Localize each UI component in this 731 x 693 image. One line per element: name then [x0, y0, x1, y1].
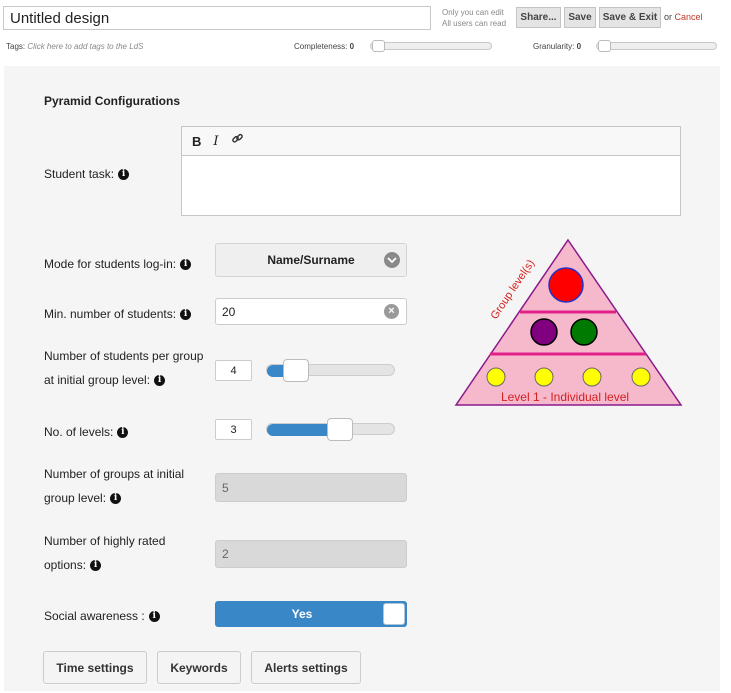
individual-node: [534, 367, 554, 387]
tags-input[interactable]: Click here to add tags to the LdS: [27, 42, 143, 51]
group-node: [570, 318, 598, 346]
levels-label: No. of levels:: [44, 425, 114, 439]
tags-label: Tags:: [6, 42, 26, 51]
pyramid-diagram: Group level(s) Level 1 - Individual leve…: [454, 238, 683, 406]
info-icon[interactable]: i: [110, 493, 122, 505]
completeness-label: Completeness:: [294, 42, 348, 51]
granularity-value: 0: [576, 42, 582, 51]
editor-toolbar: B I: [182, 127, 680, 156]
design-title-input[interactable]: [3, 6, 431, 30]
min-students-label: Min. number of students:: [44, 307, 177, 321]
min-students-value: 20: [222, 304, 236, 319]
toggle-knob[interactable]: [383, 603, 405, 625]
completeness-value: 0: [349, 42, 355, 51]
granularity-row: Granularity: 0: [533, 42, 581, 51]
permissions-read: All users can read: [442, 19, 507, 28]
individual-node: [631, 367, 651, 387]
tags-row: Tags: Click here to add tags to the LdS: [6, 42, 143, 51]
groups-label-2: group level:: [44, 491, 107, 505]
students-per-group-label-1: Number of students per group: [44, 349, 204, 363]
individual-level-label: Level 1 - Individual level: [501, 390, 629, 404]
highly-rated-label-2: options:: [44, 558, 87, 572]
mode-label-row: Mode for students log-in: i: [44, 252, 192, 276]
min-students-label-row: Min. number of students: i: [44, 302, 192, 326]
individual-node: [582, 367, 602, 387]
mode-select-value: Name/Surname: [267, 253, 355, 267]
group-node: [530, 318, 558, 346]
groups-label-1: Number of groups at initial: [44, 467, 185, 481]
info-icon[interactable]: i: [148, 611, 160, 623]
granularity-handle[interactable]: [598, 40, 611, 52]
social-label: Social awareness :: [44, 609, 145, 623]
highly-rated-label-block: Number of highly rated options: i: [44, 529, 165, 577]
info-icon[interactable]: i: [118, 169, 130, 181]
levels-slider-fill: [267, 424, 332, 436]
highly-rated-label-1: Number of highly rated: [44, 534, 166, 548]
social-awareness-value: Yes: [291, 607, 313, 621]
info-icon[interactable]: i: [90, 560, 102, 572]
bold-icon[interactable]: B: [192, 134, 201, 149]
info-icon[interactable]: i: [117, 427, 129, 439]
highly-rated-readonly-field: 2: [215, 540, 407, 568]
link-icon[interactable]: [231, 132, 244, 150]
students-per-group-label-block: Number of students per group at initial …: [44, 344, 203, 392]
levels-label-row: No. of levels: i: [44, 420, 129, 444]
social-awareness-toggle[interactable]: Yes: [215, 601, 407, 627]
granularity-slider[interactable]: [596, 42, 717, 50]
permissions-edit: Only you can edit: [442, 8, 504, 17]
social-label-row: Social awareness :i: [44, 604, 160, 628]
or-text: or: [664, 12, 673, 22]
student-task-editor[interactable]: B I: [181, 126, 681, 216]
mode-select[interactable]: Name/Surname: [215, 243, 407, 277]
time-settings-button[interactable]: Time settings: [43, 651, 147, 684]
info-icon[interactable]: i: [180, 259, 192, 271]
info-icon[interactable]: i: [154, 375, 166, 387]
granularity-label: Granularity:: [533, 42, 575, 51]
completeness-handle[interactable]: [372, 40, 385, 52]
alerts-settings-button[interactable]: Alerts settings: [251, 651, 361, 684]
clear-icon[interactable]: ×: [384, 304, 399, 319]
levels-input[interactable]: 3: [215, 419, 252, 440]
students-per-group-input[interactable]: 4: [215, 360, 252, 381]
min-students-input[interactable]: 20 ×: [215, 298, 407, 325]
share-button[interactable]: Share...: [516, 7, 561, 28]
panel-heading: Pyramid Configurations: [44, 94, 181, 108]
header-or-cancel: or Cancel: [664, 12, 703, 22]
mode-label: Mode for students log-in:: [44, 257, 177, 271]
info-icon[interactable]: i: [180, 309, 192, 321]
save-exit-button[interactable]: Save & Exit: [599, 7, 661, 28]
student-task-label: Student task:: [44, 167, 115, 181]
groups-readonly-field: 5: [215, 473, 407, 502]
permissions-info: Only you can edit All users can read: [442, 7, 506, 29]
students-per-group-slider-handle[interactable]: [282, 359, 309, 382]
keywords-button[interactable]: Keywords: [157, 651, 241, 684]
levels-slider-handle[interactable]: [326, 418, 353, 441]
student-task-label-row: Student task: i: [44, 162, 130, 186]
completeness-row: Completeness: 0: [294, 42, 354, 51]
individual-node: [486, 367, 506, 387]
italic-icon[interactable]: I: [213, 134, 218, 149]
students-per-group-label-2: at initial group level:: [44, 373, 151, 387]
groups-label-block: Number of groups at initial group level:…: [44, 462, 184, 510]
chevron-down-icon: [384, 252, 400, 268]
cancel-link[interactable]: Cancel: [675, 12, 703, 22]
save-button[interactable]: Save: [564, 7, 596, 28]
top-level-node: [548, 267, 584, 303]
completeness-slider[interactable]: [370, 42, 492, 50]
